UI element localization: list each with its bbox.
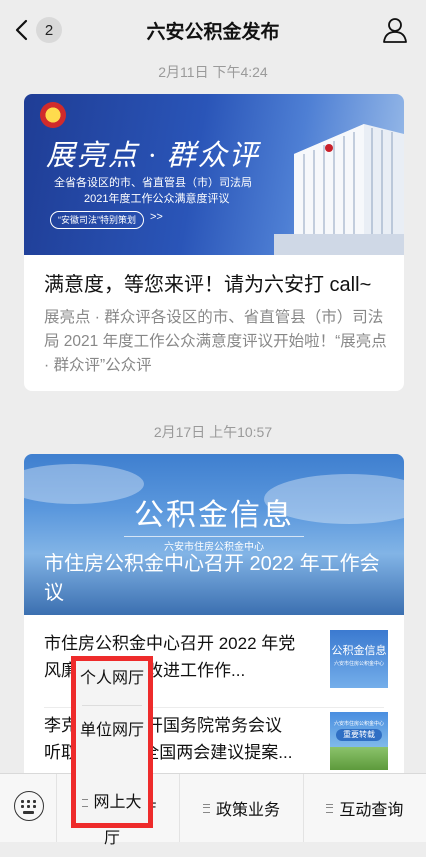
keyboard-icon[interactable]	[14, 791, 44, 821]
menu-tab-online-hall-highlight[interactable]: 网上大厅	[76, 785, 148, 847]
submenu-popup: 个人网厅 单位网厅 网上大厅	[71, 656, 153, 847]
cover-tag: “安徽司法”特别策划	[50, 211, 144, 229]
menu-tab-policy[interactable]: 政策业务	[179, 774, 302, 842]
emblem-icon	[40, 102, 66, 128]
cover-subtitle: 全省各设区的市、省直管县（市）司法局	[54, 177, 252, 189]
list-item-thumbnail[interactable]: 公积金信息 六安市住房公积金中心	[330, 630, 388, 688]
divider	[82, 705, 142, 706]
thumbnail-title: 公积金信息	[331, 645, 387, 657]
top-bar: 2 六安公积金发布	[0, 0, 426, 60]
timestamp: 2月17日 上午10:57	[153, 424, 273, 440]
menu-tab-label: 互动查询	[339, 802, 404, 819]
article-summary: 展亮点 · 群众评各设区的市、省直管县（市）司法局 2021 年度工作公众满意度…	[44, 309, 387, 374]
article-cover-image[interactable]: 公积金信息 六安市住房公积金中心 市住房公积金中心召开 2022 年工作会议	[24, 454, 404, 615]
page-title: 六安公积金发布	[146, 22, 280, 43]
menu-icon	[82, 798, 89, 807]
timestamp: 2月11日 下午4:24	[158, 64, 268, 80]
menu-icon	[202, 803, 210, 813]
submenu-item-company[interactable]: 单位网厅	[76, 713, 148, 749]
thumbnail-title: 重要转载	[336, 729, 382, 741]
list-item-thumbnail[interactable]: 六安市住房公积金中心 重要转载	[330, 712, 388, 770]
bottom-menu-bar: 网上大厅 政策业务 互动查询	[0, 773, 426, 842]
submenu-item-personal[interactable]: 个人网厅	[76, 661, 148, 697]
cover-subtitle: 2021年度工作公众满意度评议	[84, 193, 230, 205]
thumbnail-subtitle: 六安市住房公积金中心	[333, 721, 384, 727]
menu-tab-label: 政策业务	[215, 802, 280, 819]
thumbnail-subtitle: 六安市住房公积金中心	[333, 661, 384, 667]
divider	[124, 536, 304, 537]
cover-title: 公积金信息	[134, 499, 294, 532]
building-illustration	[274, 124, 404, 255]
article-title[interactable]: 满意度，等您来评！请为六安打 call~	[44, 268, 392, 297]
article-cover-image[interactable]: 展亮点 · 群众评 全省各设区的市、省直管县（市）司法局 2021年度工作公众满…	[24, 94, 404, 255]
profile-icon[interactable]	[382, 17, 408, 43]
article-title[interactable]: 市住房公积金中心召开 2022 年工作会议	[44, 550, 384, 608]
menu-icon	[326, 803, 334, 813]
cover-arrows: >>	[150, 211, 163, 223]
cover-title: 展亮点 · 群众评	[46, 140, 260, 172]
menu-tab-inquiry[interactable]: 互动查询	[302, 774, 426, 842]
article-card[interactable]: 展亮点 · 群众评 全省各设区的市、省直管县（市）司法局 2021年度工作公众满…	[24, 94, 404, 391]
